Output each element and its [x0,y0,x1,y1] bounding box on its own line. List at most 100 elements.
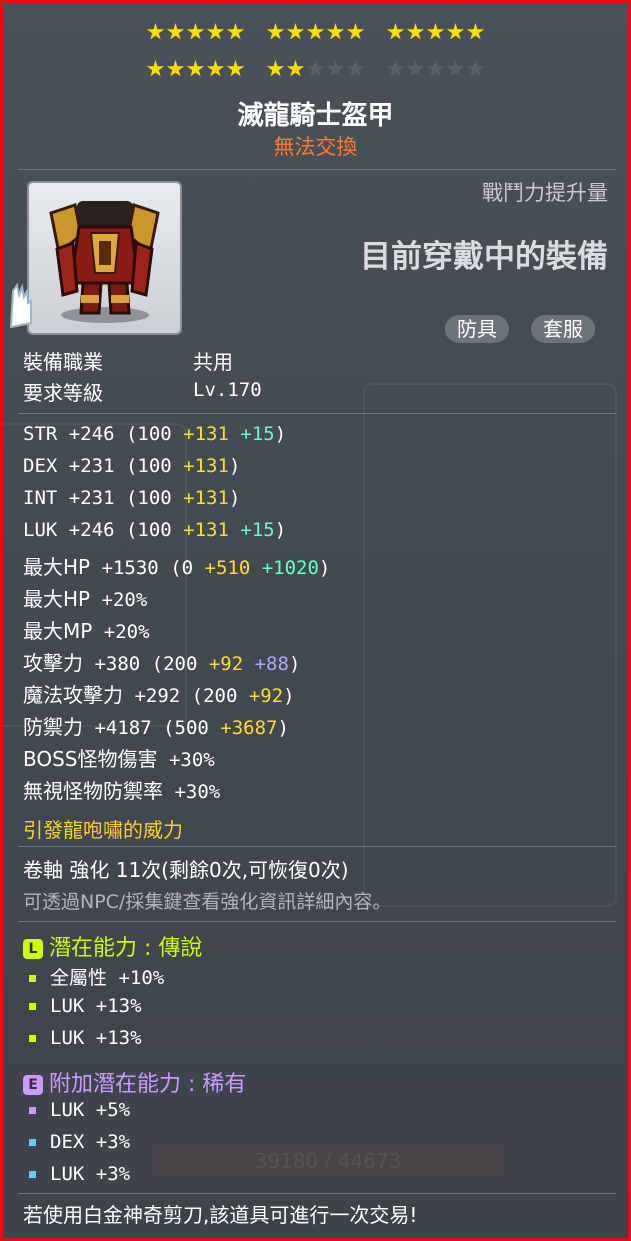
star-filled-icon [406,23,425,40]
stat-base: (100 [114,487,172,509]
star-filled-icon [206,23,225,40]
stat-bonus: +92 [237,685,284,707]
stat-name: 最大HP [23,555,91,579]
stat-line: LUK +246 (100 +131 +15) [23,519,286,541]
stat-name: 最大HP [23,587,91,611]
bullet-icon [29,1171,36,1178]
star-filled-icon [206,60,225,77]
star-group [266,23,365,41]
stat-line: 最大HP +1530 (0 +510 +1020) [23,551,330,580]
star-filled-icon [186,60,205,77]
potential-header: L 潛在能力 : 傳說 [23,930,202,962]
stat-base: (500 [151,717,209,739]
stat-total: +30% [163,781,221,803]
stat-base: (100 [114,455,172,477]
stat-name: 防禦力 [23,715,83,739]
divider [18,1193,616,1194]
stat-name: 最大MP [23,619,93,643]
star-empty-icon [306,60,325,77]
star-filled-icon [286,60,305,77]
star-filled-icon [306,23,325,40]
stat-line: 無視怪物防禦率 +30% [23,775,220,804]
item-name: 滅龍騎士盔甲 [237,101,394,131]
req-level-label: 要求等級 [23,381,103,405]
req-job-value: 共用 [193,350,233,374]
stat-total: +246 [57,519,115,541]
star-filled-icon [466,23,485,40]
star-group [146,60,245,78]
stat-close: ) [228,455,241,477]
stat-line: STR +246 (100 +131 +15) [23,423,286,445]
dragon-knight-armor-icon [49,201,160,323]
stat-total: +231 [57,487,115,509]
bullet-icon [29,1035,36,1042]
stat-line: 防禦力 +4187 (500 +3687) [23,711,289,740]
stat-close: ) [318,557,331,579]
stat-close: ) [277,717,289,739]
star-filled-icon [226,60,245,77]
stat-close: ) [274,423,287,445]
stat-name: 無視怪物防禦率 [23,779,163,803]
star-group [266,60,365,78]
background-exp-bar: 39180 / 44673 [153,1145,503,1177]
item-icon-box [27,181,182,335]
stat-line: INT +231 (100 +131) [23,487,240,509]
stat-total: +1530 [90,557,159,579]
stat-name: STR [23,423,58,445]
stat-name: 魔法攻擊力 [23,683,123,707]
star-filled-icon [166,60,185,77]
star-filled-icon [386,23,405,40]
stat-base: (0 [158,557,194,579]
bullet-icon [29,1139,36,1146]
star-filled-icon [166,23,185,40]
stat-bonus: +510 [193,557,251,579]
potential-line: 全屬性 +10% [29,963,164,990]
tag-armor: 防具 [445,315,509,343]
star-filled-icon [226,23,245,40]
divider [18,846,616,847]
req-job-label: 裝備職業 [23,350,103,374]
stat-total: +20% [92,621,150,643]
stat-bonus: +131 [171,487,229,509]
epic-badge-icon: E [23,1075,43,1095]
stat-name: INT [23,487,58,509]
trade-status: 無法交換 [273,135,358,159]
star-group [386,60,485,78]
star-empty-icon [406,60,425,77]
stat-base: (200 [180,685,238,707]
star-filled-icon [426,23,445,40]
star-group [146,23,245,41]
bullet-icon [29,1107,36,1114]
divider [18,413,616,414]
divider [18,169,616,170]
bullet-icon [29,1003,36,1010]
stat-close: ) [274,519,287,541]
stat-bonus: +88 [243,653,289,675]
bonus-potential-header: E 附加潛在能力 : 稀有 [23,1066,246,1098]
tag-overall: 套服 [531,315,595,343]
stat-bonus: +15 [228,423,275,445]
stat-total: +246 [57,423,115,445]
stat-base: (100 [114,423,172,445]
scroll-note: 可透過NPC/採集鍵查看強化資訊詳細內容。 [23,891,392,913]
stat-total: +292 [123,685,181,707]
stat-bonus: +3687 [208,717,278,739]
star-empty-icon [446,60,465,77]
star-empty-icon [326,60,345,77]
stat-name: 攻擊力 [23,651,83,675]
star-filled-icon [266,60,285,77]
stat-line: DEX +231 (100 +131) [23,455,240,477]
stat-base: (100 [114,519,172,541]
star-filled-icon [286,23,305,40]
legendary-badge-icon: L [23,939,43,959]
star-force-row-1 [3,23,628,41]
star-filled-icon [346,23,365,40]
stat-line: 最大MP +20% [23,615,150,644]
item-tooltip: 39180 / 44673 滅龍騎士盔甲 無法交換 戰鬥力提升量 目前穿戴中的裝… [0,0,631,1241]
star-filled-icon [146,60,165,77]
stat-bonus: +131 [171,423,229,445]
star-filled-icon [186,23,205,40]
stat-bonus: +131 [171,455,229,477]
trade-hint: 若使用白金神奇剪刀,該道具可進行一次交易! [23,1203,418,1227]
stat-total: +20% [90,589,148,611]
